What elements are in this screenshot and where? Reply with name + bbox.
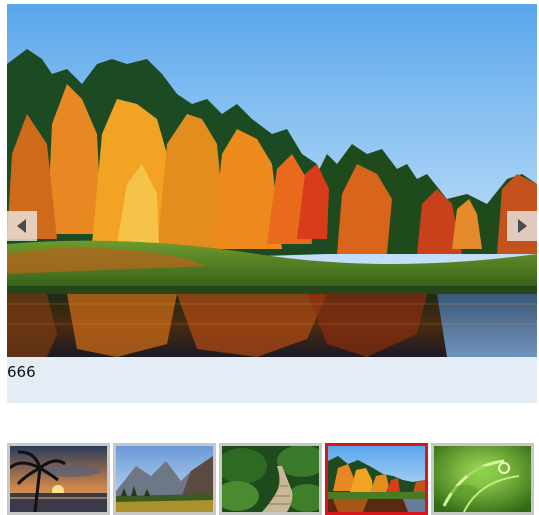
thumbnail-4[interactable] xyxy=(325,443,428,515)
main-image xyxy=(7,4,537,357)
thumbnail-2[interactable] xyxy=(113,443,216,515)
palm-tree-sunset-photo xyxy=(10,446,107,512)
image-gallery: 666 xyxy=(0,0,539,515)
thumbnail-5[interactable] xyxy=(431,443,534,515)
green-fern-closeup-photo xyxy=(434,446,531,512)
triangle-left-icon xyxy=(7,211,37,241)
prev-arrow-button[interactable] xyxy=(7,211,37,241)
forest-boardwalk-photo xyxy=(222,446,319,512)
next-arrow-button[interactable] xyxy=(507,211,537,241)
thumbnail-3[interactable] xyxy=(219,443,322,515)
mountain-valley-photo xyxy=(116,446,213,512)
thumbnail-1[interactable] xyxy=(7,443,110,515)
autumn-forest-lake-photo xyxy=(328,446,425,512)
caption-bar: 666 xyxy=(7,357,537,403)
thumbnail-strip xyxy=(7,443,539,515)
triangle-right-icon xyxy=(507,211,537,241)
image-caption: 666 xyxy=(7,363,36,381)
